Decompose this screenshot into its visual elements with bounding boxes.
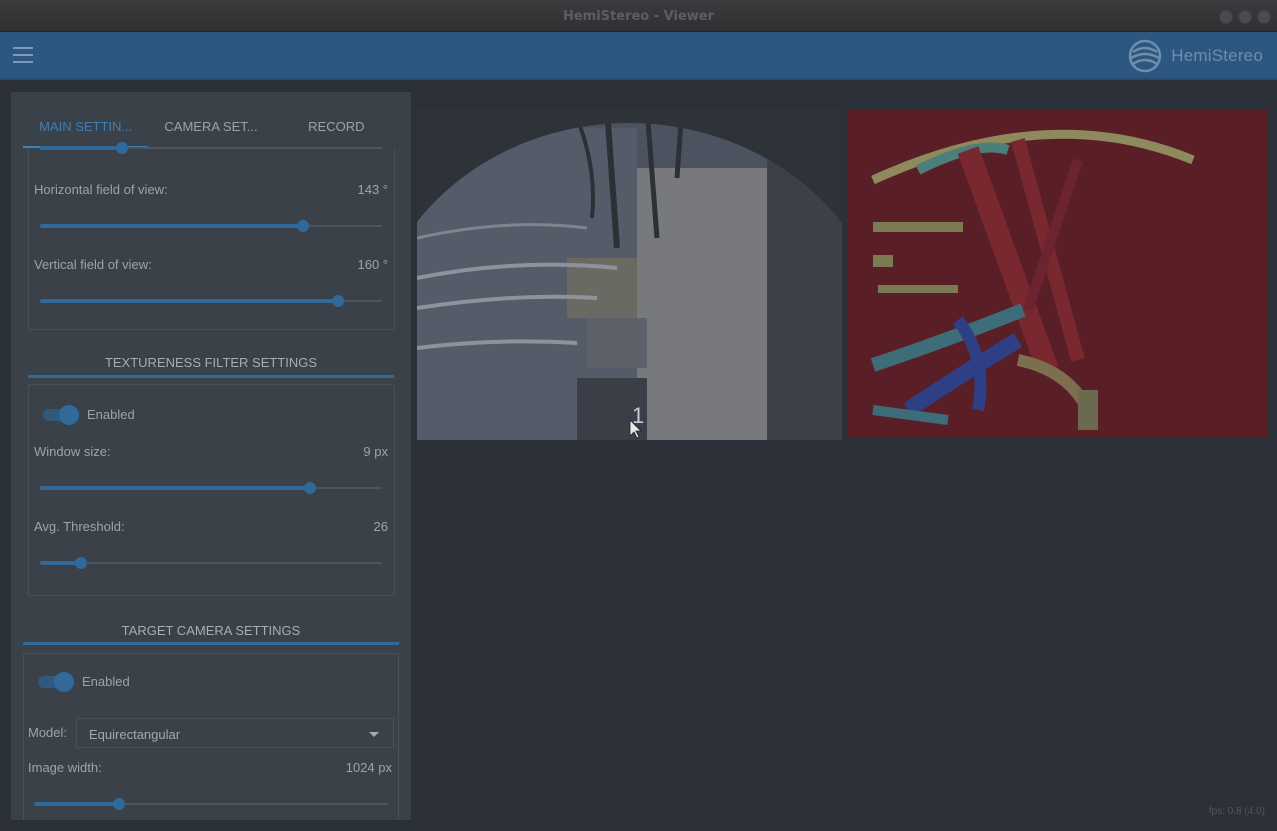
chevron-down-icon (369, 732, 379, 737)
textureness-enabled-label: Enabled (87, 407, 135, 422)
minimize-button[interactable] (1219, 10, 1233, 24)
target-camera-section-divider (23, 642, 399, 645)
avg-threshold-slider[interactable] (40, 557, 382, 569)
brand-logo: HemiStereo (1125, 38, 1263, 74)
camera-image: 1 (417, 108, 842, 440)
model-label: Model: (28, 725, 68, 740)
textureness-card: Enabled Window size: 9 px Avg. Threshold… (28, 384, 395, 596)
vertical-fov-value: 160 ° (357, 257, 388, 272)
menu-icon[interactable] (13, 47, 33, 63)
image-width-label: Image width: (28, 760, 102, 775)
window-size-slider[interactable] (40, 482, 382, 494)
close-button[interactable] (1257, 10, 1271, 24)
horizontal-fov-value: 143 ° (357, 182, 388, 197)
target-camera-enabled-toggle[interactable] (36, 672, 74, 692)
window-size-value: 9 px (363, 444, 388, 459)
image-width-value: 1024 px (345, 760, 392, 775)
fps-indicator: fps: 0.8 (4.0) (1208, 806, 1265, 817)
brand-name: HemiStereo (1171, 46, 1263, 65)
settings-panel: MAIN SETTIN... CAMERA SET... RECORD Hori… (11, 92, 411, 820)
textureness-enabled-toggle[interactable] (41, 405, 79, 425)
window-titlebar: HemiStereo - Viewer (0, 0, 1277, 32)
image-width-slider[interactable] (34, 798, 388, 810)
model-select[interactable]: Equirectangular (76, 718, 394, 748)
avg-threshold-label: Avg. Threshold: (34, 519, 125, 534)
horizontal-fov-slider[interactable] (40, 220, 382, 232)
target-camera-card: Enabled Model: Equirectangular Image wid… (23, 653, 399, 820)
vertical-fov-label: Vertical field of view: (34, 257, 152, 272)
fov-card: Horizontal field of view: 143 ° Vertical… (28, 142, 395, 330)
model-select-value: Equirectangular (89, 727, 181, 742)
textureness-section-title: TEXTURENESS FILTER SETTINGS (104, 355, 318, 370)
window-title: HemiStereo - Viewer (562, 9, 715, 24)
maximize-button[interactable] (1238, 10, 1252, 24)
horizontal-fov-label: Horizontal field of view: (34, 182, 168, 197)
textureness-section-divider (28, 375, 394, 378)
vertical-fov-slider[interactable] (40, 295, 382, 307)
target-camera-enabled-label: Enabled (82, 674, 130, 689)
disparity-image-view[interactable] (848, 110, 1267, 438)
previous-slider[interactable] (40, 142, 382, 154)
camera-image-view[interactable]: 1 (417, 108, 842, 440)
target-camera-section-title: TARGET CAMERA SETTINGS (121, 623, 301, 638)
avg-threshold-value: 26 (373, 519, 388, 534)
disparity-image (848, 110, 1267, 438)
hemistereo-logo-icon (1125, 38, 1165, 74)
app-header: HemiStereo (0, 32, 1277, 80)
window-size-label: Window size: (34, 444, 111, 459)
